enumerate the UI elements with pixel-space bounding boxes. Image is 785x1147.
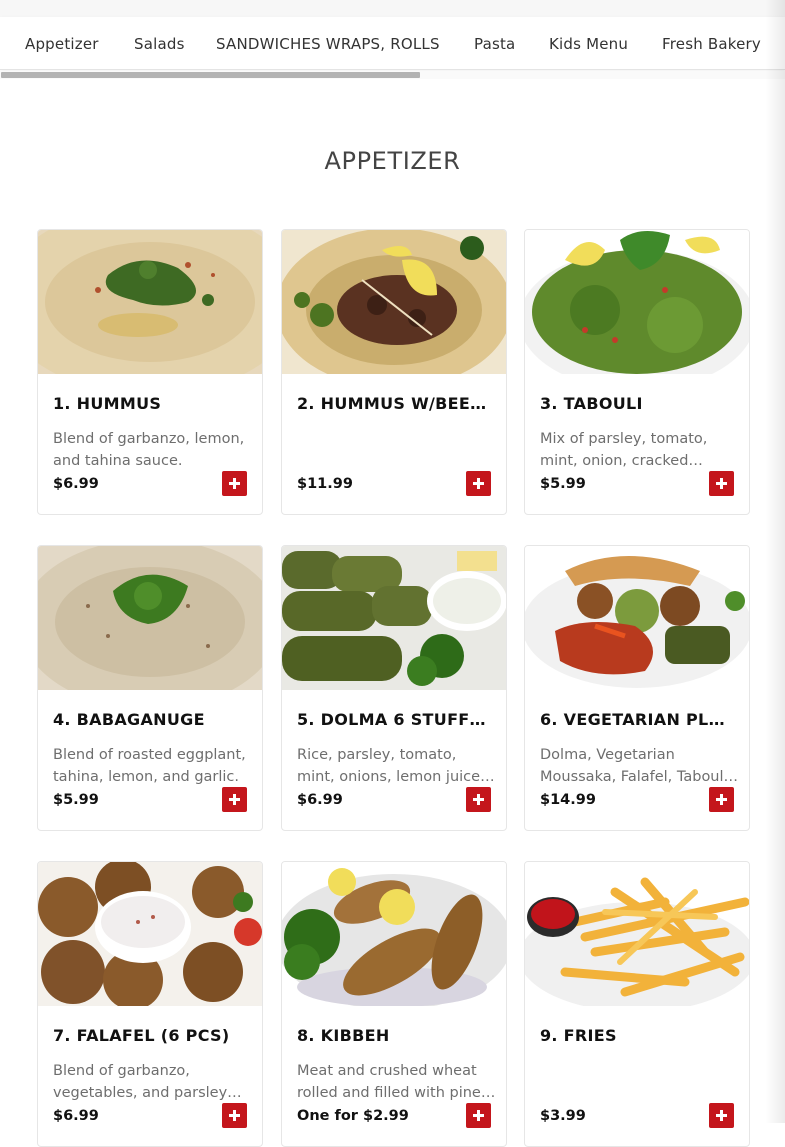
item-name: 4. BABAGANUGE (53, 710, 205, 729)
item-name: 3. TABOULI (540, 394, 643, 413)
tab-scrollbar-thumb[interactable] (1, 72, 420, 78)
menu-item-card[interactable]: 2. HUMMUS W/BEEF SHAWARMA $11.99 (281, 229, 507, 515)
hummus-beef-shawarma-photo (282, 230, 506, 374)
menu-item-card[interactable]: 9. FRIES $3.99 (524, 861, 750, 1147)
plus-icon (709, 787, 734, 812)
tab-kids-menu[interactable]: Kids Menu (549, 35, 628, 53)
tabouli-photo (525, 230, 749, 374)
item-name: 6. VEGETARIAN PLATE (540, 710, 735, 729)
add-to-cart-button[interactable] (466, 1103, 491, 1128)
tab-pasta[interactable]: Pasta (474, 35, 515, 53)
add-to-cart-button[interactable] (466, 471, 491, 496)
falafel-photo (38, 862, 262, 1006)
menu-item-card[interactable]: 3. TABOULI Mix of parsley, tomato, mint,… (524, 229, 750, 515)
tab-appetizer[interactable]: Appetizer (25, 35, 99, 53)
tab-salads[interactable]: Salads (134, 35, 185, 53)
plus-icon (709, 471, 734, 496)
add-to-cart-button[interactable] (222, 471, 247, 496)
item-description: Rice, parsley, tomato, mint, onions, lem… (297, 747, 481, 785)
item-price: $6.99 (53, 476, 99, 492)
menu-item-card[interactable]: 4. BABAGANUGE Blend of roasted eggplant,… (37, 545, 263, 831)
plus-icon (466, 787, 491, 812)
item-name: 5. DOLMA 6 STUFFED GRAPE LEAVES (297, 710, 492, 729)
plus-icon (466, 471, 491, 496)
item-price: $5.99 (540, 476, 586, 492)
item-description: Blend of garbanzo, lemon, and tahina sau… (53, 431, 245, 469)
vegetarian-plate-photo (525, 546, 749, 690)
fries-photo (525, 862, 749, 1006)
item-price: $6.99 (53, 1108, 99, 1124)
item-description: Mix of parsley, tomato, mint, onion, cra… (540, 431, 708, 469)
item-description: Dolma, Vegetarian Moussaka, Falafel, Tab… (540, 747, 728, 785)
item-price: $11.99 (297, 476, 353, 492)
plus-icon (466, 1103, 491, 1128)
add-to-cart-button[interactable] (709, 1103, 734, 1128)
item-price: $6.99 (297, 792, 343, 808)
add-to-cart-button[interactable] (709, 787, 734, 812)
tab-sandwiches-wraps-rolls[interactable]: SANDWICHES WRAPS, ROLLS (216, 35, 440, 53)
item-price: $3.99 (540, 1108, 586, 1124)
item-description: Blend of roasted eggplant, tahina, lemon… (53, 747, 246, 785)
kibbeh-photo (282, 862, 506, 1006)
add-to-cart-button[interactable] (222, 1103, 247, 1128)
menu-item-card[interactable]: 7. FALAFEL (6 PCS) Blend of garbanzo, ve… (37, 861, 263, 1147)
item-price: One for $2.99 (297, 1108, 409, 1124)
menu-item-card[interactable]: 1. HUMMUS Blend of garbanzo, lemon, and … (37, 229, 263, 515)
item-name: 7. FALAFEL (6 PCS) (53, 1026, 230, 1045)
tab-fresh-bakery[interactable]: Fresh Bakery (662, 35, 761, 53)
menu-item-card[interactable]: 8. KIBBEH Meat and crushed wheat rolled … (281, 861, 507, 1147)
item-description: Meat and crushed wheat rolled and filled… (297, 1063, 481, 1101)
menu-item-card[interactable]: 6. VEGETARIAN PLATE Dolma, Vegetarian Mo… (524, 545, 750, 831)
plus-icon (222, 787, 247, 812)
menu-item-card[interactable]: 5. DOLMA 6 STUFFED GRAPE LEAVES Rice, pa… (281, 545, 507, 831)
babaganuge-photo (38, 546, 262, 690)
dolma-photo (282, 546, 506, 690)
item-name: 8. KIBBEH (297, 1026, 390, 1045)
category-tab-bar: Appetizer Salads SANDWICHES WRAPS, ROLLS… (0, 17, 785, 70)
add-to-cart-button[interactable] (222, 787, 247, 812)
item-name: 9. FRIES (540, 1026, 617, 1045)
add-to-cart-button[interactable] (466, 787, 491, 812)
item-price: $5.99 (53, 792, 99, 808)
item-price: $14.99 (540, 792, 596, 808)
plus-icon (709, 1103, 734, 1128)
hummus-photo (38, 230, 262, 374)
add-to-cart-button[interactable] (709, 471, 734, 496)
plus-icon (222, 471, 247, 496)
section-title: APPETIZER (324, 147, 461, 175)
item-description: Blend of garbanzo, vegetables, and parsl… (53, 1063, 228, 1101)
item-name: 2. HUMMUS W/BEEF SHAWARMA (297, 394, 492, 413)
plus-icon (222, 1103, 247, 1128)
top-strip (0, 0, 785, 17)
item-name: 1. HUMMUS (53, 394, 162, 413)
